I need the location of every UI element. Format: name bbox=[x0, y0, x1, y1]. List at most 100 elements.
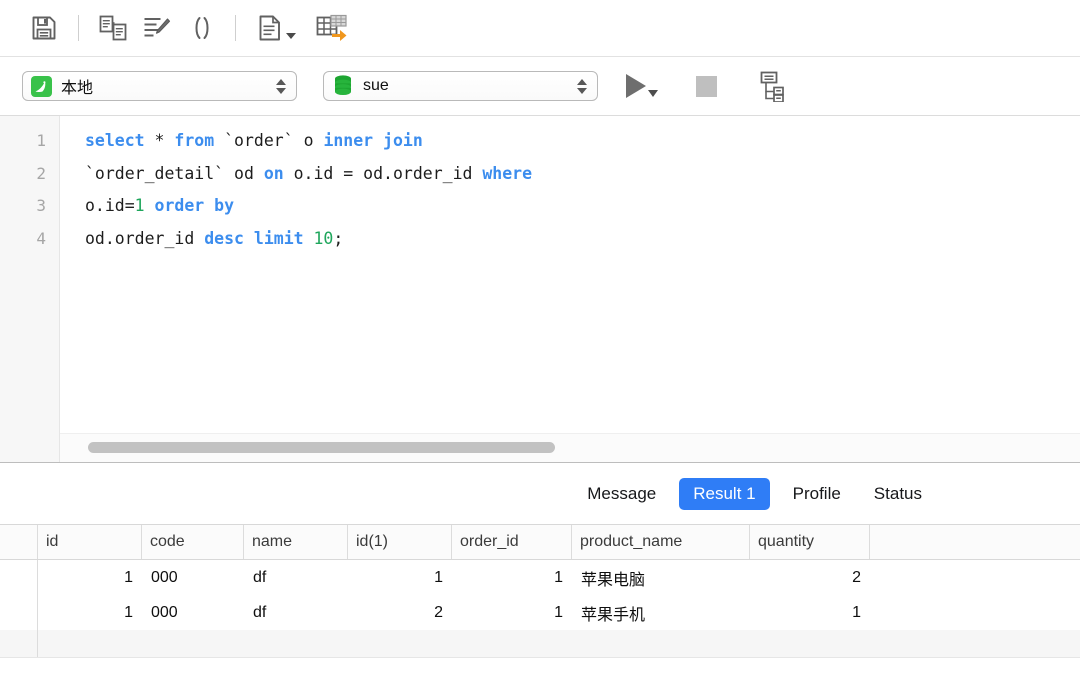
grid-body[interactable]: 1000df11苹果电脑21000df21苹果手机1 bbox=[0, 560, 1080, 630]
column-header-code[interactable]: code bbox=[142, 525, 244, 559]
database-stepper-icon[interactable] bbox=[577, 79, 591, 94]
table-cell-id1[interactable]: 2 bbox=[348, 595, 452, 630]
mysql-icon bbox=[31, 76, 52, 97]
code-token: `order_detail` od bbox=[85, 164, 264, 183]
table-cell-order_id[interactable]: 1 bbox=[452, 560, 572, 595]
export-result-button[interactable] bbox=[304, 8, 360, 48]
database-select[interactable]: sue bbox=[323, 71, 598, 101]
row-header-cell bbox=[0, 630, 38, 657]
row-header-cell[interactable] bbox=[0, 560, 38, 595]
column-header-id1[interactable]: id(1) bbox=[348, 525, 452, 559]
tab-profile[interactable]: Profile bbox=[783, 479, 851, 509]
document-icon bbox=[257, 14, 283, 42]
connection-toolbar: 本地 sue bbox=[0, 57, 1080, 116]
result-tabbar: Message Result 1 Profile Status bbox=[0, 463, 1080, 524]
code-token: order by bbox=[155, 196, 234, 215]
beautify-sql-button[interactable] bbox=[135, 8, 179, 48]
chevron-down-icon bbox=[577, 88, 587, 94]
code-token: ; bbox=[333, 229, 343, 248]
chevron-down-icon bbox=[276, 88, 286, 94]
tab-result-1[interactable]: Result 1 bbox=[679, 478, 769, 510]
line-number: 4 bbox=[0, 223, 59, 256]
connection-stepper-icon[interactable] bbox=[276, 79, 290, 94]
code-line[interactable]: select * from `order` o inner join bbox=[85, 125, 1080, 158]
export-table-icon bbox=[315, 13, 349, 43]
table-cell-order_id[interactable]: 1 bbox=[452, 595, 572, 630]
row-header-corner bbox=[0, 525, 38, 559]
line-number: 2 bbox=[0, 158, 59, 191]
code-token: where bbox=[482, 164, 532, 183]
code-line[interactable]: o.id=1 order by bbox=[85, 190, 1080, 223]
grid-header-row: idcodenameid(1)order_idproduct_namequant… bbox=[0, 525, 1080, 560]
grid-filler-strip bbox=[0, 630, 1080, 658]
column-header-product_name[interactable]: product_name bbox=[572, 525, 750, 559]
table-cell-id[interactable]: 1 bbox=[38, 560, 142, 595]
explain-plan-icon bbox=[755, 70, 785, 102]
code-token: `order` o bbox=[224, 131, 323, 150]
code-token: 10 bbox=[314, 229, 334, 248]
column-header-name[interactable]: name bbox=[244, 525, 348, 559]
row-header-cell[interactable] bbox=[0, 595, 38, 630]
table-row[interactable]: 1000df21苹果手机1 bbox=[0, 595, 1080, 630]
editor-horizontal-scrollbar[interactable] bbox=[60, 433, 1080, 462]
table-cell-quantity[interactable]: 1 bbox=[750, 595, 870, 630]
table-cell-code[interactable]: 000 bbox=[142, 560, 244, 595]
code-token: from bbox=[174, 131, 224, 150]
query-document-button[interactable] bbox=[248, 8, 304, 48]
toolbar-divider-1 bbox=[78, 15, 79, 41]
table-cell-product_name[interactable]: 苹果手机 bbox=[572, 595, 750, 630]
line-number: 1 bbox=[0, 125, 59, 158]
tab-message[interactable]: Message bbox=[577, 479, 666, 509]
code-area[interactable]: select * from `order` o inner join`order… bbox=[60, 116, 1080, 462]
column-header-id[interactable]: id bbox=[38, 525, 142, 559]
code-token: od.order_id bbox=[85, 229, 204, 248]
table-cell-name[interactable]: df bbox=[244, 560, 348, 595]
line-number: 3 bbox=[0, 190, 59, 223]
line-number-gutter: 1234 bbox=[0, 116, 60, 462]
connection-select[interactable]: 本地 bbox=[22, 71, 297, 101]
database-name: sue bbox=[363, 77, 389, 95]
code-token: inner join bbox=[323, 131, 422, 150]
result-grid[interactable]: idcodenameid(1)order_idproduct_namequant… bbox=[0, 524, 1080, 693]
sql-editor-window: 本地 sue bbox=[0, 0, 1080, 693]
save-icon bbox=[30, 14, 58, 42]
table-cell-id1[interactable]: 1 bbox=[348, 560, 452, 595]
table-cell-product_name[interactable]: 苹果电脑 bbox=[572, 560, 750, 595]
code-token: on bbox=[264, 164, 294, 183]
code-token: o.id = od.order_id bbox=[294, 164, 483, 183]
chevron-down-icon bbox=[648, 90, 658, 97]
code-token: desc limit bbox=[204, 229, 313, 248]
stop-button[interactable] bbox=[696, 76, 717, 97]
database-icon bbox=[332, 74, 354, 98]
chevron-down-icon bbox=[286, 33, 296, 39]
code-token: 1 bbox=[135, 196, 155, 215]
explain-plan-button[interactable] bbox=[755, 70, 785, 102]
code-token: select bbox=[85, 131, 155, 150]
scrollbar-thumb[interactable] bbox=[88, 442, 555, 453]
sync-structure-icon bbox=[98, 14, 128, 42]
save-button[interactable] bbox=[22, 8, 66, 48]
table-cell-name[interactable]: df bbox=[244, 595, 348, 630]
code-token: * bbox=[155, 131, 175, 150]
chevron-up-icon bbox=[577, 79, 587, 85]
code-token: o.id= bbox=[85, 196, 135, 215]
table-cell-code[interactable]: 000 bbox=[142, 595, 244, 630]
column-header-quantity[interactable]: quantity bbox=[750, 525, 870, 559]
column-header-order_id[interactable]: order_id bbox=[452, 525, 572, 559]
run-icon bbox=[626, 74, 646, 98]
run-button[interactable] bbox=[626, 74, 658, 98]
chevron-up-icon bbox=[276, 79, 286, 85]
parentheses-button[interactable] bbox=[179, 8, 223, 48]
sync-structure-button[interactable] bbox=[91, 8, 135, 48]
table-row[interactable]: 1000df11苹果电脑2 bbox=[0, 560, 1080, 595]
code-line[interactable]: od.order_id desc limit 10; bbox=[85, 223, 1080, 256]
main-toolbar bbox=[0, 0, 1080, 57]
table-cell-quantity[interactable]: 2 bbox=[750, 560, 870, 595]
code-line[interactable]: `order_detail` od on o.id = od.order_id … bbox=[85, 158, 1080, 191]
toolbar-divider-2 bbox=[235, 15, 236, 41]
table-cell-id[interactable]: 1 bbox=[38, 595, 142, 630]
sql-editor[interactable]: 1234 select * from `order` o inner join`… bbox=[0, 116, 1080, 463]
tab-status[interactable]: Status bbox=[864, 479, 932, 509]
connection-name: 本地 bbox=[61, 74, 93, 98]
parentheses-icon bbox=[187, 14, 215, 42]
